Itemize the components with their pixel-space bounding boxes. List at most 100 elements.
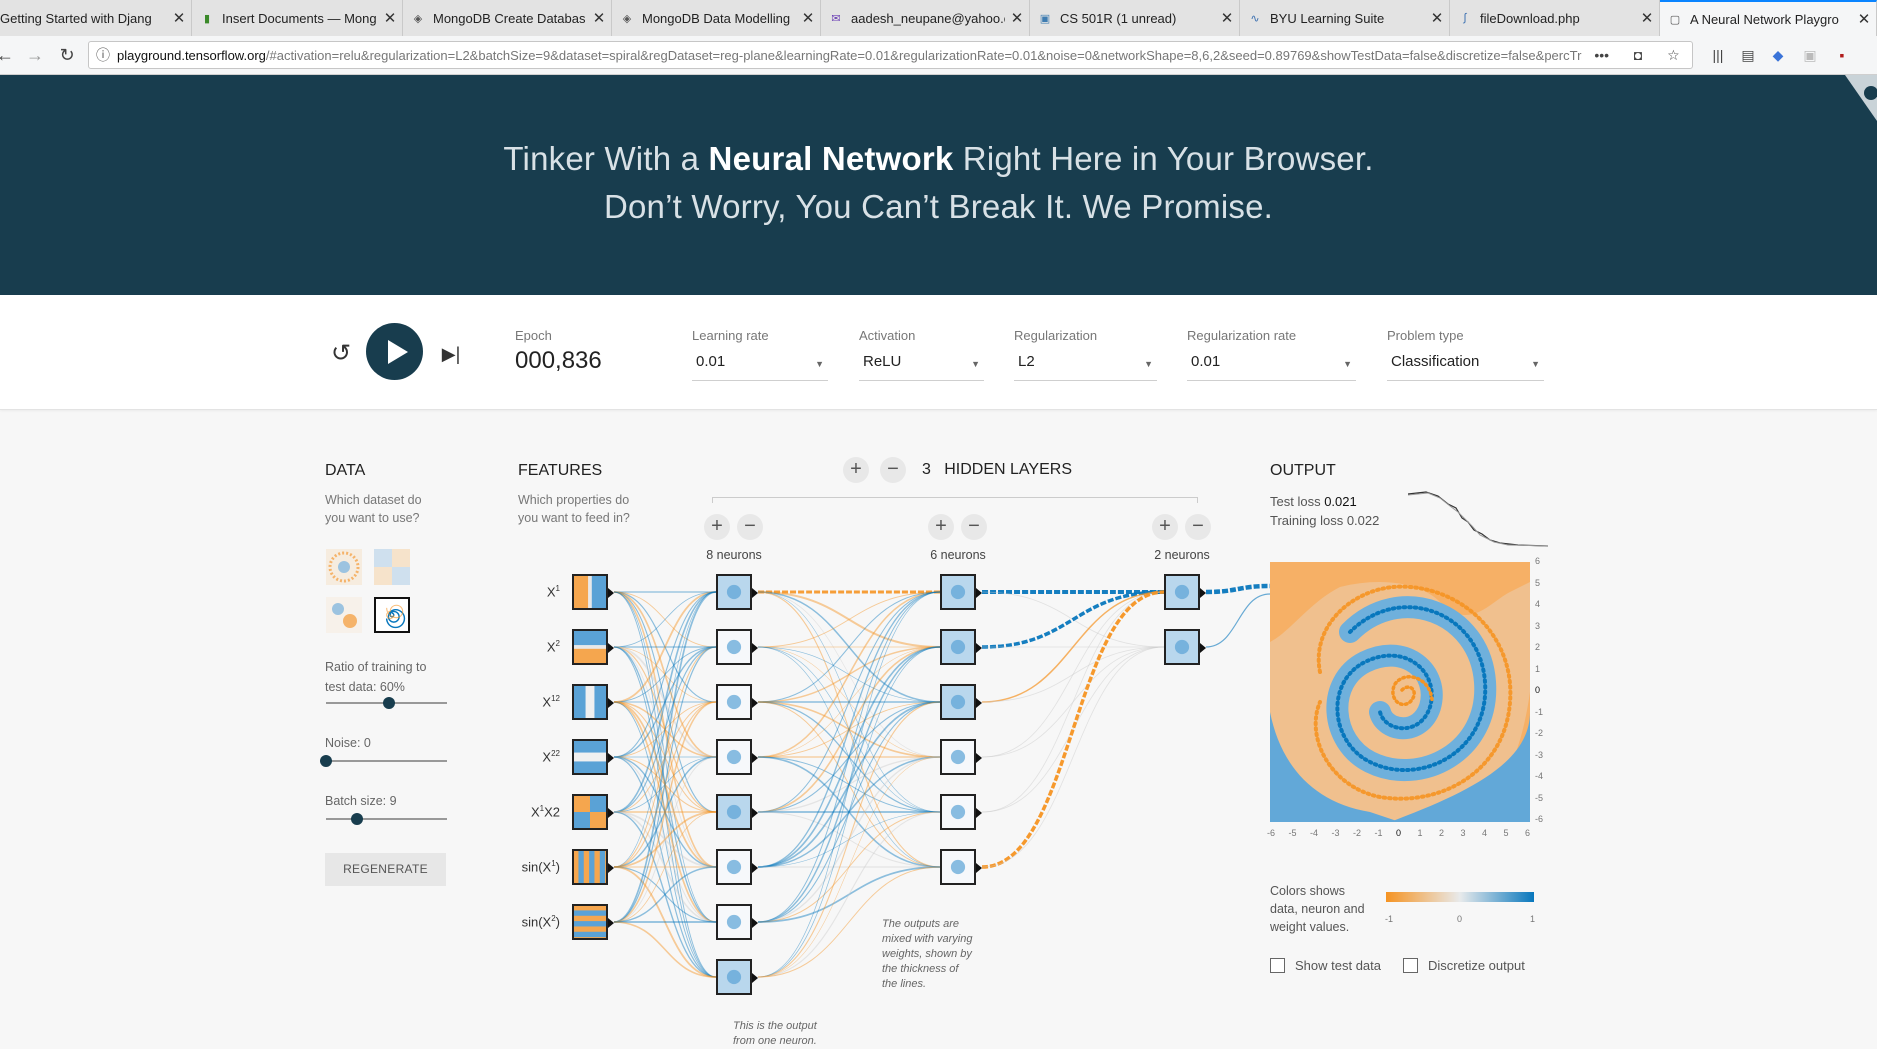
feature-node-x1[interactable] — [572, 574, 614, 610]
checkbox-box[interactable] — [1403, 958, 1418, 973]
remove-layer-button[interactable]: − — [880, 457, 906, 483]
feature-node-x2sq[interactable] — [572, 739, 614, 775]
neuron-node[interactable] — [716, 959, 758, 995]
neuron-node[interactable] — [716, 629, 758, 665]
neuron-node[interactable] — [716, 849, 758, 885]
neuron-heatmap — [718, 741, 750, 773]
weight-link[interactable] — [1205, 583, 1271, 595]
discretize-output-checkbox[interactable]: Discretize output — [1403, 958, 1525, 973]
remove-neuron-button[interactable]: − — [961, 514, 987, 540]
x-tick-label: 0 — [1396, 828, 1402, 838]
neuron-node[interactable] — [940, 684, 982, 720]
weight-link[interactable] — [757, 591, 941, 758]
y-tick-label: 2 — [1535, 642, 1541, 652]
output-title: OUTPUT — [1270, 462, 1336, 479]
arrow-icon — [752, 973, 758, 983]
neuron-node[interactable] — [940, 739, 982, 775]
color-legend-text: Colors shows data, neuron and weight value… — [1270, 884, 1365, 934]
neuron-output-note: This is the output from one neuron. — [733, 1020, 817, 1047]
checkbox-box[interactable] — [1270, 958, 1285, 973]
arrow-icon — [976, 753, 982, 763]
neuron-heatmap — [942, 851, 974, 883]
neuron-node[interactable] — [716, 739, 758, 775]
feature-node-x2[interactable] — [572, 629, 614, 665]
arrow-icon — [752, 808, 758, 818]
weight-link[interactable] — [981, 591, 1165, 813]
feature-label: sin(X2) — [521, 914, 560, 930]
y-tick-label: 3 — [1535, 620, 1541, 631]
layer-neuron-count: 2 neurons — [1154, 548, 1210, 562]
arrow-icon — [1200, 588, 1206, 598]
arrow-icon — [608, 863, 614, 873]
arrow-icon — [608, 698, 614, 708]
y-tick-label: -5 — [1535, 792, 1544, 803]
arrow-icon — [608, 588, 614, 598]
neuron-node[interactable] — [940, 574, 982, 610]
arrow-icon — [608, 643, 614, 653]
neuron-heatmap — [718, 631, 750, 663]
feature-label: X12 — [542, 694, 560, 710]
neuron-node[interactable] — [940, 849, 982, 885]
arrow-icon — [976, 808, 982, 818]
feature-node-x1x2[interactable] — [572, 794, 614, 830]
weight-link[interactable] — [981, 646, 1165, 868]
arrow-icon — [752, 643, 758, 653]
neuron-heatmap — [942, 686, 974, 718]
y-tick-label: 1 — [1535, 663, 1541, 674]
neuron-heatmap — [718, 796, 750, 828]
layer-neuron-count: 6 neurons — [930, 548, 986, 562]
x-tick-label: 2 — [1439, 828, 1445, 838]
add-neuron-button[interactable]: + — [1152, 514, 1178, 540]
mixed-weights-note: The outputs are mixed with varying weights… — [882, 918, 973, 990]
weight-link[interactable] — [981, 646, 1165, 813]
add-neuron-button[interactable]: + — [928, 514, 954, 540]
x-tick-label: -4 — [1310, 828, 1319, 838]
neuron-node[interactable] — [940, 794, 982, 830]
feature-label: sin(X1) — [521, 859, 560, 875]
legend-mid: 0 — [1457, 914, 1463, 924]
arrow-icon — [976, 588, 982, 598]
remove-neuron-button[interactable]: − — [1185, 514, 1211, 540]
arrow-icon — [608, 808, 614, 818]
neuron-node[interactable] — [1164, 629, 1206, 665]
arrow-icon — [976, 643, 982, 653]
feature-heatmap — [574, 796, 606, 828]
neuron-heatmap — [718, 686, 750, 718]
x-tick-label: 5 — [1503, 828, 1509, 838]
neuron-node[interactable] — [716, 574, 758, 610]
y-tick-label: 5 — [1535, 577, 1541, 588]
x-tick-label: 6 — [1525, 828, 1531, 838]
add-layer-button[interactable]: + — [843, 457, 869, 483]
legend-min: -1 — [1385, 914, 1394, 924]
feature-heatmap — [574, 576, 606, 608]
x-tick-label: -1 — [1374, 828, 1383, 838]
feature-node-sinx2[interactable] — [572, 904, 614, 940]
feature-node-x1sq[interactable] — [572, 684, 614, 720]
remove-neuron-button[interactable]: − — [737, 514, 763, 540]
neuron-node[interactable] — [716, 684, 758, 720]
neuron-heatmap — [1166, 576, 1198, 608]
neuron-node[interactable] — [716, 794, 758, 830]
feature-label: X1 — [546, 584, 560, 600]
neuron-node[interactable] — [1164, 574, 1206, 610]
arrow-icon — [752, 698, 758, 708]
show-test-data-checkbox[interactable]: Show test data — [1270, 958, 1381, 973]
neuron-heatmap — [718, 961, 750, 993]
feature-node-sinx1[interactable] — [572, 849, 614, 885]
output-heatmap — [1270, 562, 1530, 822]
neuron-heatmap — [718, 576, 750, 608]
weight-link[interactable] — [613, 591, 717, 868]
x-tick-label: -2 — [1353, 828, 1362, 838]
weight-link[interactable] — [757, 591, 941, 868]
weight-link[interactable] — [981, 590, 1165, 649]
y-tick-label: 0 — [1535, 685, 1541, 695]
weight-link[interactable] — [1205, 593, 1271, 648]
y-tick-label: 6 — [1535, 556, 1541, 566]
weight-link[interactable] — [613, 646, 717, 923]
add-neuron-button[interactable]: + — [704, 514, 730, 540]
x-tick-label: -3 — [1331, 828, 1340, 838]
neuron-node[interactable] — [940, 629, 982, 665]
feature-heatmap — [574, 906, 606, 938]
feature-label: X1X2 — [530, 804, 560, 820]
neuron-node[interactable] — [716, 904, 758, 940]
